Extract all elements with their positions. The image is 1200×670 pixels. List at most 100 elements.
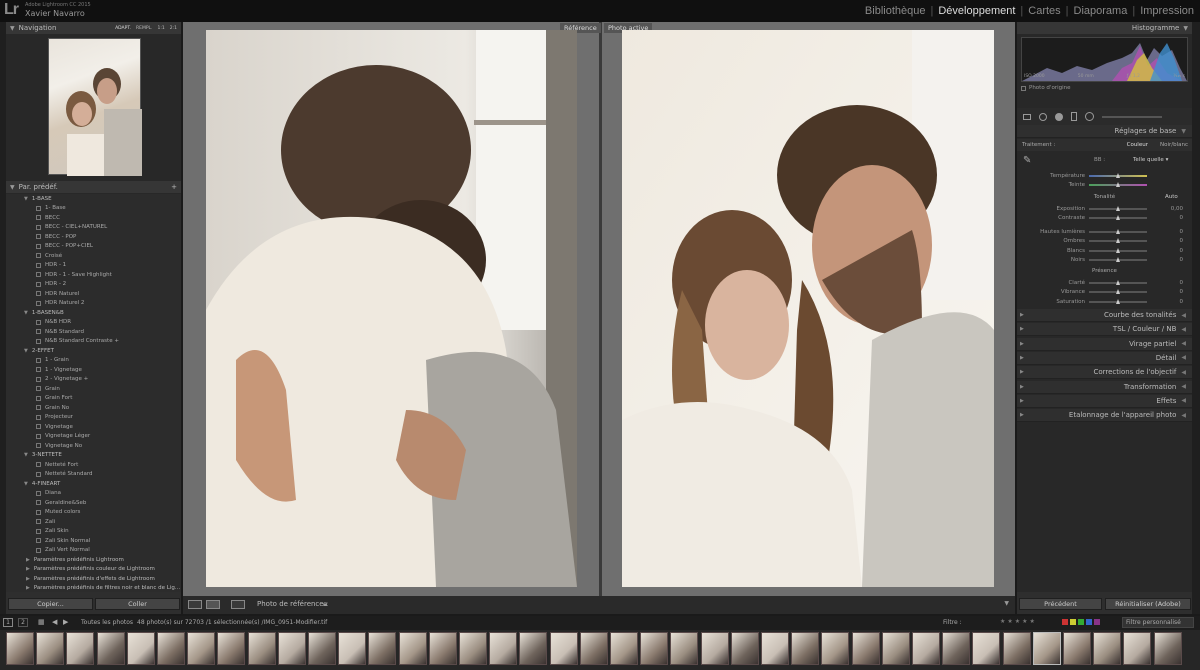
filmstrip-thumbnail[interactable] xyxy=(640,632,669,665)
zoom-fit[interactable]: ADAPT. xyxy=(115,26,131,31)
treatment-bw[interactable]: Noir/blanc xyxy=(1160,142,1188,148)
panel-section-header[interactable]: ▶ Effets ◀ xyxy=(1017,394,1192,408)
color-label-blue-icon[interactable] xyxy=(1086,619,1092,625)
filmstrip-thumbnail[interactable] xyxy=(96,632,125,665)
white-balance-picker-icon[interactable]: ✎ xyxy=(1023,155,1031,166)
preset-folder[interactable]: ▼ 3-NETTETE xyxy=(6,451,181,461)
preset-item[interactable]: Zali Skin xyxy=(6,527,181,537)
active-photo[interactable] xyxy=(622,30,994,587)
spot-removal-icon[interactable] xyxy=(1039,112,1047,121)
preset-item[interactable]: Vignetage xyxy=(6,422,181,432)
preset-item[interactable]: Zali Vert Normal xyxy=(6,546,181,556)
slider-track[interactable] xyxy=(1089,257,1147,263)
preset-item[interactable]: BECC - POP xyxy=(6,232,181,242)
add-preset-icon[interactable]: + xyxy=(171,183,177,191)
filmstrip-thumbnail[interactable] xyxy=(942,632,971,665)
filmstrip-thumbnail[interactable] xyxy=(398,632,427,665)
module-library[interactable]: Bibliothèque xyxy=(865,5,926,17)
filmstrip-thumbnail[interactable] xyxy=(428,632,457,665)
filmstrip-source[interactable]: Toutes les photos xyxy=(81,619,133,626)
back-arrow-icon[interactable]: ◀ xyxy=(52,618,57,626)
treatment-color[interactable]: Couleur xyxy=(1127,142,1148,148)
filmstrip-thumbnail[interactable] xyxy=(6,632,34,665)
preset-item[interactable]: Vignetage Léger xyxy=(6,432,181,442)
filmstrip-thumbnail[interactable] xyxy=(851,632,880,665)
loupe-view-icon[interactable] xyxy=(188,600,202,609)
filmstrip-thumbnail[interactable] xyxy=(459,632,487,665)
color-label-red-icon[interactable] xyxy=(1062,619,1068,625)
slider-track[interactable] xyxy=(1089,182,1147,188)
rating-stars-icon[interactable]: ★★★★★ xyxy=(1000,618,1037,625)
graduated-filter-icon[interactable] xyxy=(1071,112,1077,121)
preset-item[interactable]: BECC - POP+CIEL xyxy=(6,242,181,252)
preset-item[interactable]: HDR Naturel xyxy=(6,289,181,299)
panel-section-header[interactable]: ▶ Corrections de l'objectif ◀ xyxy=(1017,366,1192,380)
slider-knob[interactable] xyxy=(1116,289,1120,295)
histogram-header[interactable]: Histogramme ▼ xyxy=(1017,22,1192,34)
preset-item[interactable]: HDR Naturel 2 xyxy=(6,299,181,309)
slider-knob[interactable] xyxy=(1116,182,1120,188)
slider-track[interactable] xyxy=(1089,298,1147,304)
reset-button[interactable]: Réinitialiser (Adobe) xyxy=(1105,598,1191,610)
filmstrip-thumbnail[interactable] xyxy=(338,632,367,665)
preset-item[interactable]: Grain No xyxy=(6,403,181,413)
filter-select[interactable]: Filtre personnalisé xyxy=(1122,617,1194,628)
color-label-yellow-icon[interactable] xyxy=(1070,619,1076,625)
red-eye-icon[interactable] xyxy=(1055,112,1063,121)
filmstrip-thumbnail[interactable] xyxy=(791,632,820,665)
slider-knob[interactable] xyxy=(1116,228,1120,234)
left-panel-edge[interactable] xyxy=(0,22,6,614)
preset-item[interactable]: Zali Skin Normal xyxy=(6,536,181,546)
slider-track[interactable] xyxy=(1089,279,1147,285)
filmstrip-thumbnail[interactable] xyxy=(579,632,608,665)
module-map[interactable]: Cartes xyxy=(1028,5,1060,17)
right-panel-edge[interactable] xyxy=(1192,22,1200,614)
slider-knob[interactable] xyxy=(1116,257,1120,263)
filmstrip-thumbnail[interactable] xyxy=(36,632,65,665)
preset-item[interactable]: Netteté Fort xyxy=(6,460,181,470)
slider-knob[interactable] xyxy=(1116,215,1120,221)
filmstrip-thumbnail[interactable] xyxy=(912,632,940,665)
preset-folder[interactable]: ▶ Paramètres prédéfinis de filtres noir e… xyxy=(6,584,181,593)
panel-section-header[interactable]: ▶ TSL / Couleur / NB ◀ xyxy=(1017,323,1192,337)
crop-tool-icon[interactable] xyxy=(1023,113,1031,120)
filmstrip-thumbnail[interactable] xyxy=(519,632,548,665)
preset-folder[interactable]: ▶ Paramètres prédéfinis Lightroom xyxy=(6,555,181,565)
slider-value[interactable]: 0 xyxy=(1147,257,1184,263)
paste-button[interactable]: Coller xyxy=(95,598,180,610)
preset-item[interactable]: BECC - CIEL+NATUREL xyxy=(6,223,181,233)
slider-knob[interactable] xyxy=(1116,172,1120,178)
navigator-preview[interactable] xyxy=(48,38,142,176)
panel-section-header[interactable]: ▶ Transformation ◀ xyxy=(1017,380,1192,394)
preset-item[interactable]: Diana xyxy=(6,489,181,499)
toolbar-dropdown-icon[interactable]: ▼ xyxy=(1004,600,1009,607)
preset-item[interactable]: N&B Standard xyxy=(6,327,181,337)
preset-item[interactable]: Vignetage No xyxy=(6,441,181,451)
preset-item[interactable]: Grain xyxy=(6,384,181,394)
slider-value[interactable]: 0 xyxy=(1147,238,1184,244)
forward-arrow-icon[interactable]: ▶ xyxy=(63,618,68,626)
slider-value[interactable]: 0 xyxy=(1147,215,1184,221)
preset-folder[interactable]: ▼ 1-BASEN&B xyxy=(6,308,181,318)
filmstrip-thumbnail[interactable] xyxy=(1002,632,1031,665)
filmstrip-thumbnail[interactable] xyxy=(489,632,518,665)
navigator-header[interactable]: ▼ Navigation ADAPT. REMPL. 1:1 2:1 xyxy=(6,22,181,34)
slider-track[interactable] xyxy=(1089,247,1147,253)
panel-section-header[interactable]: ▶ Détail ◀ xyxy=(1017,351,1192,365)
preset-item[interactable]: Grain Fort xyxy=(6,394,181,404)
slider-value[interactable]: 0,00 xyxy=(1147,206,1183,212)
slider-knob[interactable] xyxy=(1116,205,1120,211)
preset-item[interactable]: Projecteur xyxy=(6,413,181,423)
wb-select[interactable]: Telle quelle ▾ xyxy=(1133,157,1168,163)
slider-knob[interactable] xyxy=(1116,279,1120,285)
slider-track[interactable] xyxy=(1089,215,1147,221)
preset-folder[interactable]: ▶ Paramètres prédéfinis d'effets de Light… xyxy=(6,574,181,584)
slider-value[interactable]: 0 xyxy=(1147,289,1184,295)
panel-section-header[interactable]: ▶ Courbe des tonalités ◀ xyxy=(1017,309,1192,322)
preset-item[interactable]: 1- Base xyxy=(6,204,181,214)
filmstrip-thumbnail[interactable] xyxy=(126,632,155,665)
preset-item[interactable]: 2 - Vignetage + xyxy=(6,375,181,385)
original-photo-toggle[interactable]: Photo d'origine xyxy=(1021,85,1070,91)
filmstrip-thumbnail[interactable] xyxy=(1063,632,1091,665)
zoom-2-1[interactable]: 2:1 xyxy=(170,26,177,31)
